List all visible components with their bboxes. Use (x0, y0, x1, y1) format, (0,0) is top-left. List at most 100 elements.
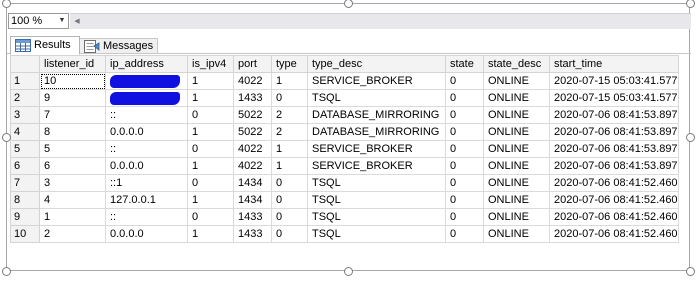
grid-cell-ip-address[interactable]: :: (105, 106, 188, 124)
row-number[interactable]: 5 (10, 140, 40, 158)
grid-cell-type-desc[interactable]: TSQL (307, 208, 446, 226)
grid-cell-is-ipv4[interactable]: 0 (187, 106, 234, 124)
resize-handle-bottom-right[interactable] (686, 267, 695, 276)
grid-cell-listener-id[interactable]: 4 (39, 191, 106, 209)
grid-cell-port[interactable]: 5022 (233, 123, 272, 141)
grid-cell-state[interactable]: 0 (445, 123, 484, 141)
column-header[interactable]: ip_address (105, 55, 188, 73)
horizontal-scrollbar[interactable]: ◀ (70, 13, 691, 29)
grid-cell-start-time[interactable]: 2020-07-06 08:41:53.897 (549, 157, 679, 175)
grid-cell-state-desc[interactable]: ONLINE (483, 225, 550, 243)
grid-cell-start-time[interactable]: 2020-07-06 08:41:53.897 (549, 140, 679, 158)
grid-cell-is-ipv4[interactable]: 0 (187, 140, 234, 158)
grid-cell-start-time[interactable]: 2020-07-06 08:41:53.897 (549, 106, 679, 124)
grid-cell-state-desc[interactable]: ONLINE (483, 140, 550, 158)
grid-cell-type-desc[interactable]: SERVICE_BROKER (307, 157, 446, 175)
grid-cell-state[interactable]: 0 (445, 191, 484, 209)
row-number[interactable]: 1 (10, 72, 40, 90)
grid-cell-state-desc[interactable]: ONLINE (483, 123, 550, 141)
row-number[interactable]: 8 (10, 191, 40, 209)
resize-handle-bottom-middle[interactable] (344, 267, 353, 276)
grid-cell-ip-address[interactable]: 0.0.0.0 (105, 225, 188, 243)
grid-cell-is-ipv4[interactable]: 1 (187, 225, 234, 243)
column-header[interactable]: listener_id (39, 55, 106, 73)
grid-cell-is-ipv4[interactable]: 1 (187, 72, 234, 90)
grid-cell-type[interactable]: 0 (271, 191, 308, 209)
grid-cell-start-time[interactable]: 2020-07-15 05:03:41.577 (549, 72, 679, 90)
grid-cell-state-desc[interactable]: ONLINE (483, 191, 550, 209)
grid-cell-is-ipv4[interactable]: 1 (187, 157, 234, 175)
grid-cell-start-time[interactable]: 2020-07-15 05:03:41.577 (549, 89, 679, 107)
chevron-down-icon[interactable]: ▼ (56, 14, 68, 28)
grid-cell-start-time[interactable]: 2020-07-06 08:41:52.460 (549, 208, 679, 226)
grid-cell-listener-id[interactable]: 8 (39, 123, 106, 141)
grid-cell-listener-id[interactable]: 2 (39, 225, 106, 243)
grid-cell-type[interactable]: 1 (271, 157, 308, 175)
grid-cell-type[interactable]: 1 (271, 140, 308, 158)
grid-cell-state[interactable]: 0 (445, 106, 484, 124)
column-header[interactable]: state (445, 55, 484, 73)
triangle-left-icon[interactable]: ◀ (71, 15, 83, 28)
grid-cell-type[interactable]: 0 (271, 225, 308, 243)
grid-cell-ip-address[interactable] (105, 72, 188, 90)
zoom-dropdown[interactable]: 100 % ▼ (8, 13, 69, 29)
results-grid[interactable]: listener_id ip_address is_ipv4 port type… (10, 55, 679, 243)
grid-cell-listener-id[interactable]: 3 (39, 174, 106, 192)
grid-cell-port[interactable]: 1433 (233, 208, 272, 226)
grid-cell-ip-address[interactable]: :: (105, 140, 188, 158)
grid-cell-state[interactable]: 0 (445, 157, 484, 175)
row-number[interactable]: 2 (10, 89, 40, 107)
table-row[interactable]: 7 3::1 0 1434 0 TSQL 0 ONLINE 2020-07-06 08:41:5… (10, 174, 679, 192)
grid-cell-type[interactable]: 0 (271, 208, 308, 226)
grid-cell-ip-address[interactable]: :: (105, 208, 188, 226)
grid-cell-type-desc[interactable]: DATABASE_MIRRORING (307, 123, 446, 141)
resize-handle-middle-left[interactable] (2, 133, 11, 142)
grid-cell-port[interactable]: 4022 (233, 140, 272, 158)
grid-cell-listener-id[interactable]: 7 (39, 106, 106, 124)
table-row[interactable]: 8 4 127.0.0.1 1 1434 0 TSQL 0 ONLINE 2020-07-06 0… (10, 191, 679, 209)
table-row[interactable]: 4 8 0.0.0.0 1 5022 2 DATABASE_MIRRORING 0 ONLINE… (10, 123, 679, 141)
grid-cell-is-ipv4[interactable]: 1 (187, 191, 234, 209)
column-header[interactable]: state_desc (483, 55, 550, 73)
grid-cell-type[interactable]: 2 (271, 123, 308, 141)
row-number[interactable]: 4 (10, 123, 40, 141)
resize-handle-middle-right[interactable] (686, 133, 695, 142)
grid-cell-port[interactable]: 1433 (233, 225, 272, 243)
grid-cell-type-desc[interactable]: DATABASE_MIRRORING (307, 106, 446, 124)
grid-cell-state[interactable]: 0 (445, 208, 484, 226)
grid-cell-state-desc[interactable]: ONLINE (483, 89, 550, 107)
grid-cell-type-desc[interactable]: SERVICE_BROKER (307, 140, 446, 158)
column-header[interactable]: is_ipv4 (187, 55, 234, 73)
grid-cell-state-desc[interactable]: ONLINE (483, 72, 550, 90)
grid-cell-start-time[interactable]: 2020-07-06 08:41:52.460 (549, 191, 679, 209)
row-number[interactable]: 6 (10, 157, 40, 175)
grid-cell-type[interactable]: 2 (271, 106, 308, 124)
grid-cell-port[interactable]: 4022 (233, 157, 272, 175)
grid-cell-state[interactable]: 0 (445, 72, 484, 90)
grid-cell-type-desc[interactable]: TSQL (307, 89, 446, 107)
grid-cell-state-desc[interactable]: ONLINE (483, 174, 550, 192)
row-number[interactable]: 10 (10, 225, 40, 243)
grid-cell-type[interactable]: 1 (271, 72, 308, 90)
grid-cell-is-ipv4[interactable]: 1 (187, 89, 234, 107)
grid-cell-type-desc[interactable]: TSQL (307, 225, 446, 243)
grid-cell-is-ipv4[interactable]: 0 (187, 208, 234, 226)
row-number[interactable]: 3 (10, 106, 40, 124)
table-row[interactable]: 5 5:: 0 4022 1 SERVICE_BROKER 0 ONLINE 2020-07-0… (10, 140, 679, 158)
grid-cell-type-desc[interactable]: TSQL (307, 174, 446, 192)
grid-cell-ip-address[interactable]: 127.0.0.1 (105, 191, 188, 209)
grid-cell-ip-address[interactable]: 0.0.0.0 (105, 157, 188, 175)
resize-handle-top-right[interactable] (686, 0, 695, 8)
grid-cell-is-ipv4[interactable]: 1 (187, 123, 234, 141)
grid-cell-port[interactable]: 1433 (233, 89, 272, 107)
row-number-header[interactable] (10, 55, 40, 73)
grid-cell-state-desc[interactable]: ONLINE (483, 208, 550, 226)
table-row[interactable]: 9 1:: 0 1433 0 TSQL 0 ONLINE 2020-07-06 08:41:52… (10, 208, 679, 226)
grid-cell-start-time[interactable]: 2020-07-06 08:41:52.460 (549, 174, 679, 192)
grid-cell-port[interactable]: 1434 (233, 174, 272, 192)
column-header[interactable]: type (271, 55, 308, 73)
tab-results[interactable]: Results (10, 36, 80, 55)
row-number[interactable]: 9 (10, 208, 40, 226)
column-header[interactable]: type_desc (307, 55, 446, 73)
grid-cell-state[interactable]: 0 (445, 174, 484, 192)
